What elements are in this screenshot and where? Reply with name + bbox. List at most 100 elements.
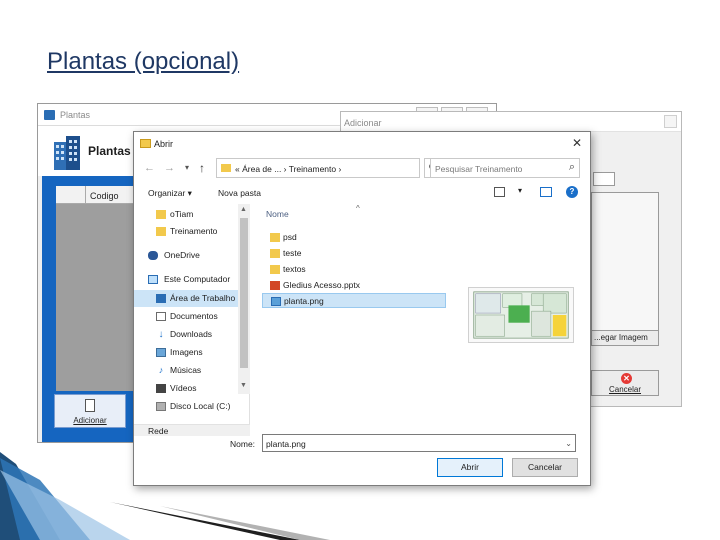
adicionar-titlebar: Adicionar [341, 112, 681, 132]
nav-item-este-computador[interactable]: Este Computador [134, 271, 238, 288]
preview-pane-icon[interactable] [540, 187, 552, 197]
column-codigo[interactable]: Codigo [90, 191, 119, 201]
nav-item-label: OneDrive [164, 250, 200, 260]
navigation-pane: oTiam Treinamento OneDrive Este Computad… [134, 204, 250, 424]
file-item-psd[interactable]: psd [262, 230, 446, 245]
scrollbar-thumb[interactable] [240, 218, 248, 368]
organize-menu[interactable]: Organizar ▾ [148, 188, 192, 199]
row-header-cell [56, 186, 86, 204]
nav-item-rede[interactable]: Rede [148, 426, 168, 436]
nav-item-documentos[interactable]: Documentos [134, 308, 238, 325]
view-options-icon[interactable] [494, 187, 505, 197]
floor-plan-preview [468, 287, 574, 343]
file-item-teste[interactable]: teste [262, 246, 446, 261]
search-input[interactable]: Pesquisar Treinamento ⌕ [430, 158, 580, 178]
nav-item-label: Treinamento [170, 226, 218, 236]
nav-item-videos[interactable]: Vídeos [134, 380, 238, 397]
nav-item-musicas[interactable]: ♪ Músicas [134, 362, 238, 379]
file-item-label: planta.png [284, 296, 324, 306]
pptx-icon [270, 281, 280, 290]
adicionar-cancel-label: Cancelar [608, 385, 641, 394]
new-folder-button[interactable]: Nova pasta [218, 188, 261, 198]
folder-icon [156, 210, 166, 219]
navigation-scrollbar[interactable]: ▲ ▼ [238, 204, 250, 394]
image-preview-frame [591, 192, 659, 332]
file-list: ^ Nome psd teste textos Gledius Acesso.p… [262, 204, 448, 424]
recent-locations-chevron-icon[interactable]: ▾ [185, 163, 189, 172]
grid-header: Codigo [56, 186, 136, 204]
computer-icon [148, 275, 158, 284]
add-button-label: Adicionar [73, 416, 107, 425]
app-heading: Plantas [88, 144, 131, 158]
search-icon: ⌕ [568, 161, 575, 173]
scroll-up-icon[interactable]: ▲ [240, 206, 247, 213]
file-item-label: Gledius Acesso.pptx [283, 280, 361, 290]
plantas-window-title: Plantas [60, 110, 91, 120]
file-item-textos[interactable]: textos [262, 262, 446, 277]
nav-item-downloads[interactable]: ↓ Downloads [134, 326, 238, 343]
add-button[interactable]: Adicionar [54, 394, 126, 428]
images-icon [156, 348, 166, 357]
scroll-down-icon[interactable]: ▼ [240, 382, 247, 389]
file-item-gledius-acesso[interactable]: Gledius Acesso.pptx [262, 278, 446, 293]
open-file-dialog: Abrir ✕ ← → ▾ ↑ « Área de ... › Treiname… [133, 131, 591, 486]
adicionar-close-button[interactable] [664, 115, 677, 128]
address-bar[interactable]: « Área de ... › Treinamento › [216, 158, 420, 178]
file-item-label: textos [283, 264, 306, 274]
dialog-close-button[interactable]: ✕ [572, 136, 582, 150]
documents-icon [156, 312, 166, 321]
slide-decoration [0, 452, 330, 540]
folder-icon [270, 265, 280, 274]
adicionar-text-field[interactable] [593, 172, 615, 186]
downloads-icon: ↓ [158, 329, 164, 340]
column-nome[interactable]: Nome [266, 209, 289, 219]
nav-item-label: Disco Local (C:) [170, 401, 231, 411]
address-folder-icon [221, 164, 231, 172]
nav-item-onedrive[interactable]: OneDrive [134, 247, 238, 264]
command-bar: Organizar ▾ Nova pasta ▾ ? [134, 184, 590, 204]
nav-item-otiam[interactable]: oTiam [134, 206, 238, 223]
help-icon[interactable]: ? [566, 186, 578, 198]
building-icon [54, 136, 80, 170]
folder-icon [140, 139, 151, 148]
cancel-x-icon: ✕ [621, 373, 632, 384]
nav-item-label: Este Computador [164, 274, 231, 284]
disk-icon [156, 402, 166, 411]
sort-ascending-icon: ^ [356, 204, 360, 213]
folder-icon [156, 227, 166, 236]
slide-title: Plantas (opcional) [47, 48, 240, 75]
address-path: « Área de ... › Treinamento › [235, 164, 342, 174]
adicionar-cancel-button[interactable]: ✕ Cancelar [591, 370, 659, 396]
image-file-icon [271, 297, 281, 306]
desktop-icon [156, 294, 166, 303]
app-body: Codigo Adicionar [42, 176, 137, 442]
nav-item-imagens[interactable]: Imagens [134, 344, 238, 361]
file-item-planta[interactable]: planta.png [262, 293, 446, 308]
forward-arrow-icon[interactable]: → [164, 162, 175, 174]
nav-item-label: Imagens [170, 347, 203, 357]
file-item-label: psd [283, 232, 297, 242]
nav-item-label: Área de Trabalho [170, 293, 236, 303]
plantas-grid[interactable]: Codigo [56, 186, 136, 391]
videos-icon [156, 384, 166, 393]
view-chevron-icon[interactable]: ▾ [518, 186, 522, 195]
nav-item-area-de-trabalho[interactable]: Área de Trabalho [134, 290, 238, 307]
nav-item-label: Documentos [170, 311, 218, 321]
onedrive-icon [148, 251, 158, 260]
folder-icon [270, 233, 280, 242]
dialog-title: Abrir [154, 139, 174, 149]
adicionar-window-title: Adicionar [344, 118, 382, 128]
folder-icon [270, 249, 280, 258]
file-item-label: teste [283, 248, 302, 258]
load-image-button[interactable]: ...egar Imagem [591, 330, 659, 346]
app-icon [44, 110, 55, 120]
up-arrow-icon[interactable]: ↑ [199, 161, 205, 175]
nav-item-label: oTiam [170, 209, 194, 219]
new-document-icon [85, 399, 95, 412]
nav-item-label: Downloads [170, 329, 213, 339]
nav-item-label: Músicas [170, 365, 202, 375]
nav-item-treinamento[interactable]: Treinamento [134, 223, 238, 240]
nav-item-disco-local[interactable]: Disco Local (C:) [134, 398, 238, 415]
back-arrow-icon[interactable]: ← [144, 162, 155, 174]
music-icon: ♪ [158, 365, 164, 375]
